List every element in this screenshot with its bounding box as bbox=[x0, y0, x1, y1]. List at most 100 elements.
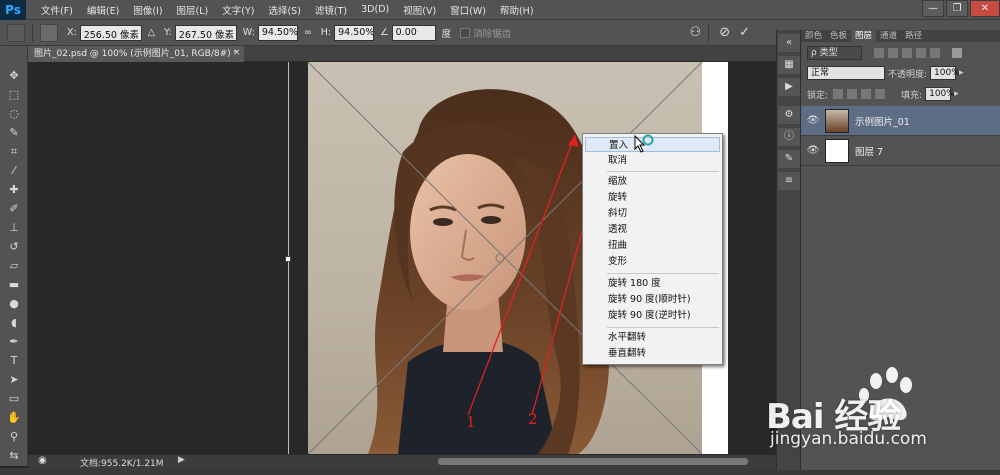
ctx-item-skew[interactable]: 斜切 bbox=[585, 206, 720, 221]
restore-button[interactable]: ❐ bbox=[946, 0, 968, 17]
brush-panel-icon[interactable]: ✎ bbox=[778, 150, 800, 168]
layer-row[interactable]: 👁 图层 7 bbox=[801, 136, 1000, 166]
menu-type[interactable]: 文字(Y) bbox=[215, 3, 261, 17]
tab-paths[interactable]: 路径 bbox=[901, 30, 926, 42]
transform-handle[interactable] bbox=[285, 256, 291, 262]
swap-colors-icon[interactable]: ⇆ bbox=[0, 446, 28, 465]
ctx-item-rotate-90-cw[interactable]: 旋转 90 度(顺时针) bbox=[585, 292, 720, 307]
menu-window[interactable]: 窗口(W) bbox=[443, 3, 493, 17]
cancel-transform-icon[interactable]: ⊘ bbox=[719, 25, 730, 40]
ctx-item-cancel[interactable]: 取消 bbox=[585, 153, 720, 168]
ctx-item-rotate-90-ccw[interactable]: 旋转 90 度(逆时针) bbox=[585, 308, 720, 323]
dodge-tool-icon[interactable]: ◖ bbox=[0, 313, 28, 332]
lock-position-icon[interactable] bbox=[861, 89, 872, 99]
menu-view[interactable]: 视图(V) bbox=[396, 3, 443, 17]
menu-help[interactable]: 帮助(H) bbox=[493, 3, 541, 17]
commit-transform-icon[interactable]: ✓ bbox=[739, 25, 750, 40]
marquee-tool-icon[interactable]: ⬚ bbox=[0, 85, 28, 104]
filter-shape-icon[interactable] bbox=[916, 48, 926, 58]
lock-transparent-icon[interactable] bbox=[833, 89, 844, 99]
angle-field[interactable]: 0.00 bbox=[391, 24, 436, 41]
warp-mode-icon[interactable]: ⚇ bbox=[690, 25, 702, 40]
menu-select[interactable]: 选择(S) bbox=[261, 3, 307, 17]
visibility-eye-icon[interactable]: 👁 bbox=[801, 145, 825, 156]
ctx-item-flip-vertical[interactable]: 垂直翻转 bbox=[585, 346, 720, 361]
history-panel-icon[interactable]: ▦ bbox=[778, 56, 800, 74]
transform-tool-icon[interactable] bbox=[7, 23, 25, 42]
close-button[interactable]: ✕ bbox=[970, 0, 1000, 17]
healing-tool-icon[interactable]: ✚ bbox=[0, 180, 28, 199]
menu-file[interactable]: 文件(F) bbox=[34, 3, 80, 17]
layer-row-selected[interactable]: 👁 示例图片_01 bbox=[801, 106, 1000, 136]
ctx-item-warp[interactable]: 变形 bbox=[585, 254, 720, 269]
type-tool-icon[interactable]: T bbox=[0, 351, 28, 370]
stamp-tool-icon[interactable]: ⊥ bbox=[0, 218, 28, 237]
fill-field[interactable]: 100% bbox=[925, 87, 955, 101]
x-field[interactable]: 256.50 像素 bbox=[79, 24, 142, 41]
menu-layer[interactable]: 图层(L) bbox=[170, 3, 216, 17]
layer-name[interactable]: 图层 7 bbox=[855, 144, 883, 158]
document-tab-close-icon[interactable]: × bbox=[233, 48, 241, 58]
w-field[interactable]: 94.50% bbox=[257, 24, 298, 41]
menu-filter[interactable]: 滤镜(T) bbox=[308, 3, 354, 17]
shape-tool-icon[interactable]: ▭ bbox=[0, 389, 28, 408]
filter-toggle-icon[interactable] bbox=[952, 48, 962, 58]
zoom-tool-icon[interactable]: ⚲ bbox=[0, 427, 28, 446]
fill-dropdown-icon[interactable]: ▸ bbox=[954, 89, 959, 99]
h-field[interactable]: 94.50% bbox=[334, 24, 375, 41]
layer-thumbnail bbox=[825, 138, 849, 163]
menu-3d[interactable]: 3D(D) bbox=[354, 4, 396, 15]
pen-tool-icon[interactable]: ✒ bbox=[0, 332, 28, 351]
antialias-checkbox[interactable] bbox=[460, 27, 471, 38]
blur-tool-icon[interactable]: ● bbox=[0, 294, 28, 313]
ctx-item-rotate[interactable]: 旋转 bbox=[585, 190, 720, 205]
quick-select-tool-icon[interactable]: ✎ bbox=[0, 123, 28, 142]
history-brush-tool-icon[interactable]: ↺ bbox=[0, 237, 28, 256]
filter-adjust-icon[interactable] bbox=[888, 48, 898, 58]
info-panel-icon[interactable]: ⓘ bbox=[778, 128, 800, 146]
properties-panel-icon[interactable]: ⚙ bbox=[778, 106, 800, 124]
filter-pixel-icon[interactable] bbox=[874, 48, 884, 58]
horizontal-scrollbar[interactable] bbox=[438, 458, 748, 465]
status-menu-arrow-icon[interactable]: ▶ bbox=[178, 455, 185, 465]
ctx-item-rotate-180[interactable]: 旋转 180 度 bbox=[585, 276, 720, 291]
minimize-button[interactable]: — bbox=[922, 0, 944, 17]
actions-panel-icon[interactable]: ▶ bbox=[778, 78, 800, 96]
menu-edit[interactable]: 编辑(E) bbox=[80, 3, 126, 17]
tab-color[interactable]: 颜色 bbox=[801, 30, 826, 42]
ctx-item-flip-horizontal[interactable]: 水平翻转 bbox=[585, 330, 720, 345]
reference-point-icon[interactable] bbox=[40, 23, 58, 42]
path-select-tool-icon[interactable]: ➤ bbox=[0, 370, 28, 389]
opacity-dropdown-icon[interactable]: ▸ bbox=[959, 68, 964, 78]
filter-type-icon[interactable] bbox=[902, 48, 912, 58]
ctx-item-distort[interactable]: 扭曲 bbox=[585, 238, 720, 253]
opacity-field[interactable]: 100% bbox=[930, 66, 960, 80]
layer-name[interactable]: 示例图片_01 bbox=[855, 114, 910, 128]
eyedropper-tool-icon[interactable]: ⁄ bbox=[0, 161, 28, 180]
brush-tool-icon[interactable]: ✐ bbox=[0, 199, 28, 218]
menu-image[interactable]: 图像(I) bbox=[126, 3, 169, 17]
crop-tool-icon[interactable]: ⌗ bbox=[0, 142, 28, 161]
tab-layers[interactable]: 图层 bbox=[851, 30, 877, 42]
lasso-tool-icon[interactable]: ◌ bbox=[0, 104, 28, 123]
tab-swatches[interactable]: 色板 bbox=[826, 30, 851, 42]
visibility-eye-icon[interactable]: 👁 bbox=[801, 115, 825, 126]
document-tab[interactable]: 图片_02.psd @ 100% (示例图片_01, RGB/8#) * bbox=[28, 46, 244, 62]
hand-tool-icon[interactable]: ✋ bbox=[0, 408, 28, 427]
layer-filter-select[interactable]: ρ 类型 bbox=[807, 46, 862, 60]
blend-mode-select[interactable]: 正常 bbox=[807, 66, 885, 80]
y-field[interactable]: 267.50 像素 bbox=[174, 24, 237, 41]
ctx-item-scale[interactable]: 缩放 bbox=[585, 174, 720, 189]
zoom-icon[interactable]: ◉ bbox=[38, 455, 47, 466]
tab-channels[interactable]: 通道 bbox=[876, 30, 901, 42]
filter-smart-icon[interactable] bbox=[930, 48, 940, 58]
lock-pixels-icon[interactable] bbox=[847, 89, 858, 99]
gradient-tool-icon[interactable]: ▬ bbox=[0, 275, 28, 294]
notes-panel-icon[interactable]: ≡ bbox=[778, 172, 800, 190]
lock-all-icon[interactable] bbox=[875, 89, 886, 99]
ctx-item-perspective[interactable]: 透视 bbox=[585, 222, 720, 237]
link-icon[interactable]: ∞ bbox=[304, 27, 312, 38]
move-tool-icon[interactable]: ✥ bbox=[0, 66, 28, 85]
collapse-panels-icon[interactable]: « bbox=[778, 34, 800, 52]
eraser-tool-icon[interactable]: ▱ bbox=[0, 256, 28, 275]
